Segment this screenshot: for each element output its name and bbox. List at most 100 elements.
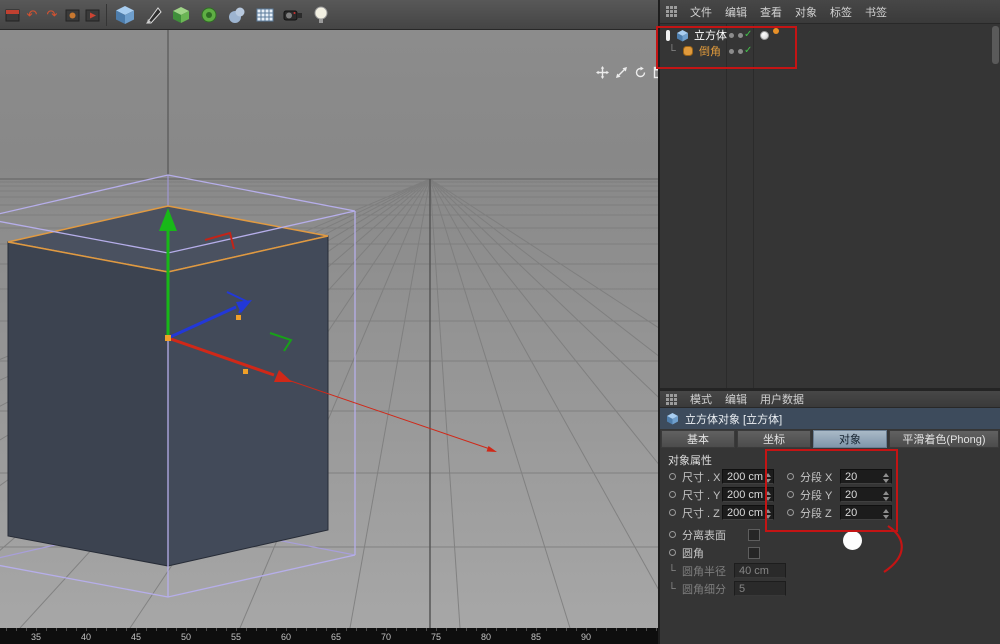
menu-bookmarks[interactable]: 书签 [865,4,887,20]
enabled-check-icon[interactable]: ✓ [744,29,752,40]
viewport-3d[interactable]: 网格间距：100 cm [0,30,658,628]
attribute-title-bar: 立方体对象 [立方体] [660,408,1000,429]
rotate-icon[interactable] [634,66,647,79]
toggle-column-guides [726,24,754,388]
segments-z-field[interactable]: 20 [840,505,892,520]
keyframe-toggle-icon[interactable] [669,491,676,498]
selection-dot-icon [773,28,779,34]
ruler-number: 85 [531,632,541,642]
menu-file[interactable]: 文件 [690,4,712,20]
segments-y-field[interactable]: 20 [840,487,892,502]
cube-object-icon [676,29,689,42]
undo-icon[interactable]: ↶ [23,3,41,27]
field-label: 分段 Y [800,487,840,503]
object-row-bevel[interactable]: └ 倒角 ✓ [660,43,1000,59]
menu-mode[interactable]: 模式 [690,391,712,407]
render-visibility-dot[interactable] [738,49,743,54]
segments-x-field[interactable]: 20 [840,469,892,484]
phong-tag-icon[interactable] [760,31,769,40]
fillet-radius-field: 40 cm [734,563,786,578]
size-z-field[interactable]: 200 cm [722,505,774,520]
spinner[interactable] [883,473,889,483]
render-settings-icon[interactable] [63,3,81,27]
camera-tool-icon[interactable] [280,2,306,28]
main-toolbar: ↶ ↷ [0,0,658,30]
menu-object[interactable]: 对象 [795,4,817,20]
tree-branch-icon: └ [668,45,676,57]
ruler-number: 70 [381,632,391,642]
zoom-icon[interactable] [615,66,628,79]
panel-menu-grid-icon[interactable] [666,394,677,405]
object-tree: 立方体 ✓ └ 倒角 ✓ [660,24,1000,388]
keyframe-toggle-icon[interactable] [787,473,794,480]
field-label: 分离表面 [682,527,744,543]
tab-basic[interactable]: 基本 [661,430,735,448]
menu-user-data[interactable]: 用户数据 [760,391,804,407]
field-label: 圆角半径 [682,563,734,579]
size-x-field[interactable]: 200 cm [722,469,774,484]
field-label: 分段 Z [800,505,840,521]
field-label: 尺寸 . X [682,469,722,485]
ruler-number: 45 [131,632,141,642]
separate-surfaces-checkbox[interactable] [748,529,760,541]
menu-view[interactable]: 查看 [760,4,782,20]
extrude-tool-icon[interactable] [168,2,194,28]
object-manager-menubar: 文件 编辑 查看 对象 标签 书签 [660,0,1000,24]
pen-tool-icon[interactable] [140,2,166,28]
cube-primitive-icon[interactable] [112,2,138,28]
keyframe-toggle-icon[interactable] [669,509,676,516]
field-label: 尺寸 . Y [682,487,722,503]
section-object-properties: 对象属性 [668,452,712,468]
keyframe-toggle-icon[interactable] [787,509,794,516]
render-clapper-icon[interactable] [3,3,21,27]
render-visibility-dot[interactable] [738,33,743,38]
annotation-white-dot [843,531,862,550]
spinner[interactable] [883,491,889,501]
redo-icon[interactable]: ↷ [43,3,61,27]
fillet-subdivision-row: └ 圆角细分 5 [660,580,1000,597]
field-label: 尺寸 . Z [682,505,722,521]
light-tool-icon[interactable] [308,2,334,28]
attribute-manager-menubar: 模式 编辑 用户数据 [660,391,1000,408]
editor-visibility-dot[interactable] [729,33,734,38]
cube-object-icon [666,412,679,425]
timeline-ruler[interactable]: 35 40 45 50 55 60 65 70 75 80 85 90 [0,628,658,644]
collapse-handle-icon[interactable] [666,30,670,41]
object-row-cube[interactable]: 立方体 ✓ [660,27,1000,43]
tab-coordinates[interactable]: 坐标 [737,430,811,448]
ruler-number: 75 [431,632,441,642]
ruler-number: 60 [281,632,291,642]
keyframe-toggle-icon[interactable] [669,531,676,538]
fillet-radius-row: └ 圆角半径 40 cm [660,562,1000,579]
object-label: 倒角 [699,43,721,59]
enabled-check-icon[interactable]: ✓ [744,45,752,56]
keyframe-toggle-icon[interactable] [669,473,676,480]
editor-visibility-dot[interactable] [729,49,734,54]
panel-menu-grid-icon[interactable] [666,6,677,17]
tab-object[interactable]: 对象 [813,430,887,448]
spinner[interactable] [765,491,771,501]
field-label: 分段 X [800,469,840,485]
tab-phong[interactable]: 平滑着色(Phong) [889,430,999,448]
tree-branch-icon: └ [668,583,676,595]
menu-edit[interactable]: 编辑 [725,4,747,20]
array-tool-icon[interactable] [252,2,278,28]
maximize-icon[interactable] [653,66,658,79]
fillet-checkbox[interactable] [748,547,760,559]
spinner[interactable] [883,509,889,519]
attribute-tabs: 基本 坐标 对象 平滑着色(Phong) [661,430,999,448]
menu-tags[interactable]: 标签 [830,4,852,20]
modeling-tool-icon[interactable] [196,2,222,28]
size-y-field[interactable]: 200 cm [722,487,774,502]
c4d-window: ↶ ↷ [0,0,1000,644]
play-icon[interactable] [83,3,101,27]
menu-edit[interactable]: 编辑 [725,391,747,407]
field-label: 圆角细分 [682,581,734,597]
keyframe-toggle-icon[interactable] [787,491,794,498]
spinner[interactable] [765,509,771,519]
keyframe-toggle-icon[interactable] [669,549,676,556]
ruler-number: 40 [81,632,91,642]
pan-icon[interactable] [596,66,609,79]
spinner[interactable] [765,473,771,483]
metaball-tool-icon[interactable] [224,2,250,28]
